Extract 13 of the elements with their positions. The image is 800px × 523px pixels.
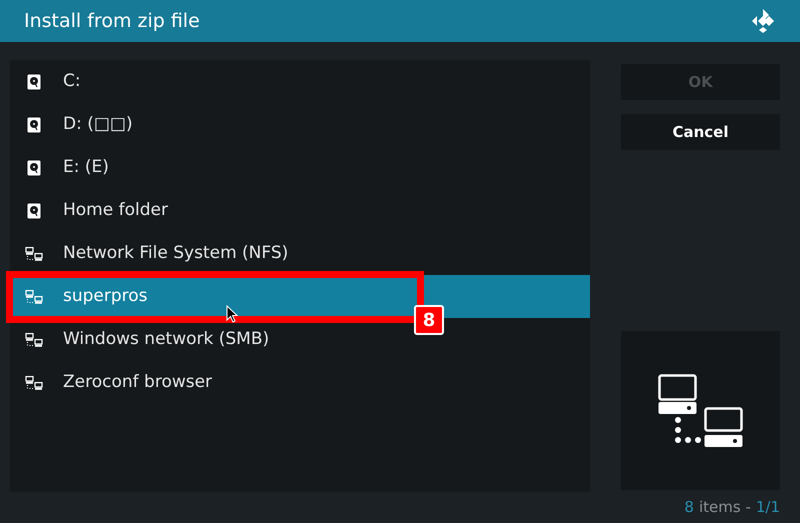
source-label: Windows network (SMB) xyxy=(63,328,270,351)
source-label: E: (E) xyxy=(63,156,109,179)
source-label: C: xyxy=(63,70,81,93)
page-indicator: 1/1 xyxy=(756,497,780,518)
step-badge: 8 xyxy=(414,305,444,335)
item-count: 8 xyxy=(684,497,694,518)
item-count-label: items - xyxy=(698,497,751,518)
window-title: Install from zip file xyxy=(24,12,200,30)
source-label: Home folder xyxy=(63,198,168,222)
source-label: Network File System (NFS) xyxy=(63,242,288,265)
source-label: superpros xyxy=(63,284,148,308)
source-label: Zeroconf browser xyxy=(63,370,212,394)
source-label: D: (□□) xyxy=(63,112,133,136)
